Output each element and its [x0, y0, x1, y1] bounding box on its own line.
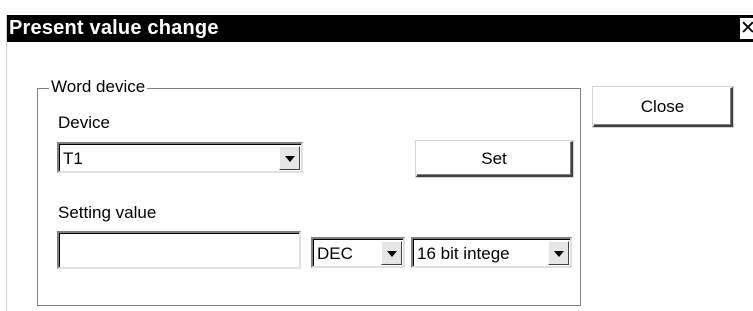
setting-value-input[interactable] — [57, 231, 301, 269]
device-combobox[interactable]: T1 — [57, 142, 303, 173]
dialog-title: Present value change — [9, 17, 219, 39]
setting-value-label: Setting value — [58, 203, 157, 222]
setting-value-input-frame — [59, 233, 299, 267]
type-combobox-frame: 16 bit intege — [413, 239, 570, 266]
device-label: Device — [58, 113, 110, 132]
group-legend: Word device — [49, 77, 148, 97]
format-combobox[interactable]: DEC — [311, 237, 405, 268]
set-button[interactable]: Set — [416, 141, 573, 177]
title-bar: Present value change ✕ — [7, 15, 753, 42]
chevron-down-icon — [387, 251, 397, 257]
type-value: 16 bit intege — [417, 244, 510, 263]
format-combobox-frame: DEC — [313, 239, 403, 266]
type-dropdown-button[interactable] — [548, 241, 569, 265]
close-button[interactable]: Close — [593, 87, 733, 127]
close-icon[interactable]: ✕ — [740, 18, 753, 39]
type-combobox[interactable]: 16 bit intege — [411, 237, 572, 268]
device-value: T1 — [63, 149, 83, 168]
format-dropdown-button[interactable] — [381, 241, 402, 265]
chevron-down-icon — [554, 251, 564, 257]
device-dropdown-button[interactable] — [279, 146, 300, 170]
format-value: DEC — [317, 244, 353, 263]
present-value-dialog: Present value change ✕ Word device Devic… — [6, 15, 753, 311]
device-combobox-frame: T1 — [59, 144, 301, 171]
word-device-group: Word device — [37, 77, 581, 306]
chevron-down-icon — [285, 156, 295, 162]
